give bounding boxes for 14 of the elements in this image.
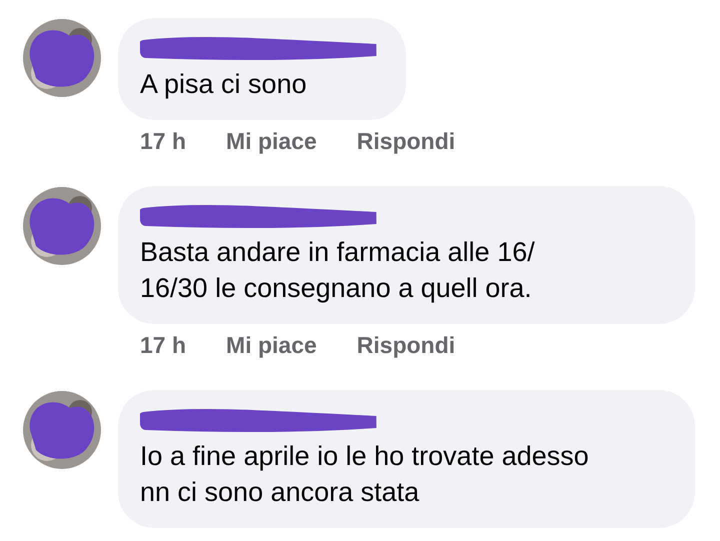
like-link[interactable]: Mi piace	[226, 332, 317, 362]
comment-text: nn ci sono ancora stata	[140, 476, 420, 509]
like-link[interactable]: Mi piace	[226, 128, 317, 158]
avatar-icon	[22, 18, 102, 98]
avatar-icon	[22, 186, 102, 266]
comment-text: Io a fine aprile io le ho trovate adesso	[140, 440, 589, 473]
comment-time: 17 h	[140, 332, 186, 360]
comment-time: 17 h	[140, 128, 186, 156]
comment-text: A pisa ci sono	[140, 68, 307, 101]
reply-link[interactable]: Rispondi	[356, 128, 456, 158]
reply-link[interactable]: Rispondi	[356, 332, 456, 362]
comment-text: Basta andare in farmacia alle 16/	[140, 236, 535, 269]
comment-text: 16/30 le consegnano a quell ora.	[140, 272, 532, 305]
avatar-icon	[22, 390, 102, 470]
